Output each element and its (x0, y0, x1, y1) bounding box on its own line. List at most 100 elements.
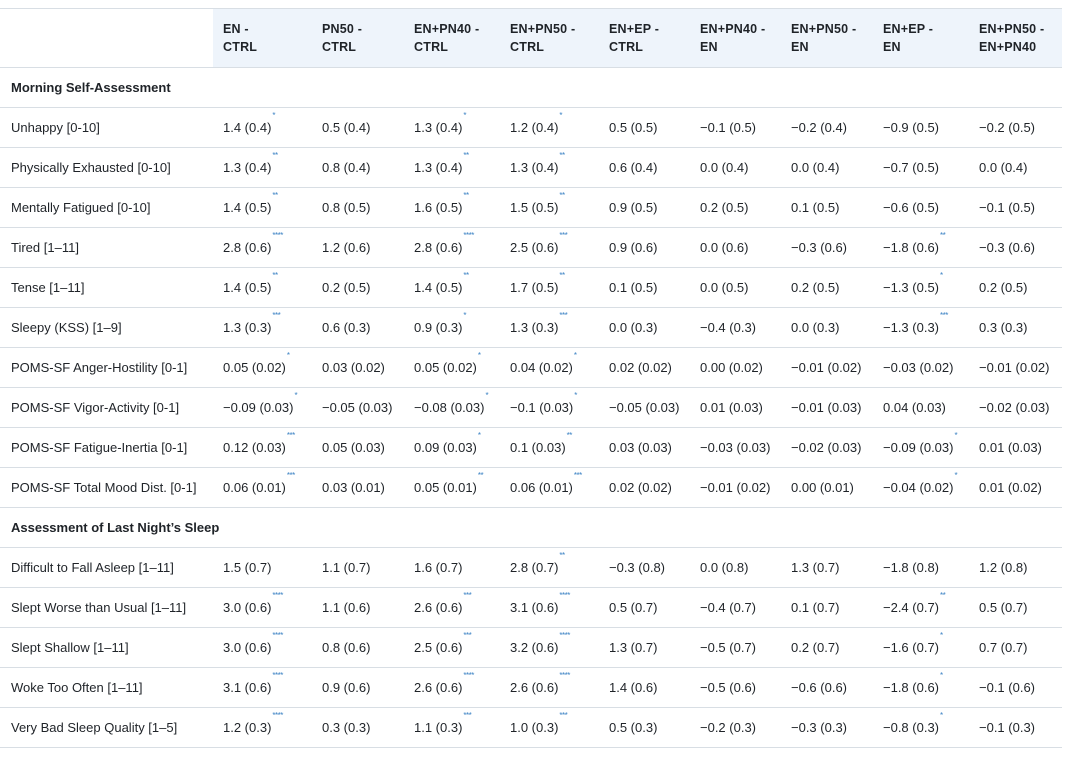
cell-estimate: 2.5 (0.6) (510, 240, 559, 255)
cell-estimate: 1.3 (0.4) (414, 160, 463, 175)
cell-estimate: −0.09 (0.03) (223, 400, 294, 415)
cell-estimate: 0.05 (0.01) (414, 480, 477, 495)
significance-marker: ** (477, 471, 484, 480)
cell-value: 0.0 (0.4) (700, 160, 748, 175)
cell-estimate: 0.5 (0.7) (609, 600, 658, 615)
table-cell: 1.3 (0.4) ** (213, 147, 312, 188)
significance-marker: **** (272, 591, 283, 600)
cell-value: 0.6 (0.4) (609, 160, 657, 175)
table-cell: 1.4 (0.6) (599, 667, 690, 708)
cell-value: 2.5 (0.6) *** (510, 231, 568, 255)
cell-value: −0.01 (0.02) (791, 360, 861, 375)
table-cell: 3.0 (0.6) **** (213, 587, 312, 628)
cell-estimate: 2.6 (0.6) (510, 680, 559, 695)
cell-estimate: −0.1 (0.03) (510, 400, 574, 415)
significance-marker: **** (272, 631, 283, 640)
cell-value: 2.5 (0.6) *** (414, 631, 472, 655)
table-cell: −0.08 (0.03) * (404, 387, 500, 428)
cell-value: 0.00 (0.01) (791, 480, 854, 495)
cell-value: 0.02 (0.02) (609, 360, 672, 375)
table-cell: 0.3 (0.3) (969, 307, 1062, 348)
cell-value: −0.09 (0.03) * (883, 431, 958, 455)
cell-estimate: 1.4 (0.6) (609, 680, 658, 695)
cell-value: 0.9 (0.6) (322, 680, 370, 695)
table-cell: 3.2 (0.6) **** (500, 627, 599, 668)
row-label: Slept Shallow [1–11] (0, 627, 213, 668)
table-cell: 0.7 (0.7) (969, 627, 1062, 668)
table-cell: 0.06 (0.01) *** (500, 467, 599, 508)
table-cell: 0.8 (0.5) (312, 187, 404, 228)
table-cell: 1.3 (0.4) * (404, 107, 500, 148)
table-cell: −1.8 (0.8) (873, 547, 969, 588)
cell-estimate: 0.2 (0.7) (791, 640, 840, 655)
cell-estimate: 1.2 (0.8) (979, 560, 1028, 575)
table-cell: 1.1 (0.7) (312, 547, 404, 588)
cell-estimate: 1.4 (0.5) (414, 280, 463, 295)
cell-estimate: −0.4 (0.3) (700, 320, 757, 335)
cell-estimate: −0.09 (0.03) (883, 440, 954, 455)
cell-estimate: 1.1 (0.7) (322, 560, 371, 575)
cell-value: 1.3 (0.4) ** (223, 151, 278, 175)
cell-estimate: 0.05 (0.03) (322, 440, 385, 455)
cell-value: 0.01 (0.02) (979, 480, 1042, 495)
table-cell: 2.8 (0.6) **** (404, 227, 500, 268)
table-cell: 0.0 (0.3) (781, 307, 873, 348)
cell-estimate: −0.02 (0.03) (791, 440, 862, 455)
table-cell: −0.05 (0.03) (599, 387, 690, 428)
table-cell: −0.1 (0.5) (690, 107, 781, 148)
cell-value: 1.1 (0.6) (322, 600, 370, 615)
cell-value: 1.3 (0.7) (609, 640, 657, 655)
table-cell: 0.5 (0.3) (599, 707, 690, 748)
cell-value: −0.05 (0.03) (609, 400, 679, 415)
table-cell: 0.0 (0.4) (969, 147, 1062, 188)
table-cell: 1.2 (0.6) (312, 227, 404, 268)
cell-value: −1.8 (0.8) (883, 560, 939, 575)
cell-estimate: −0.8 (0.3) (883, 720, 940, 735)
table-cell: 0.0 (0.8) (690, 547, 781, 588)
table-cell: −0.5 (0.7) (690, 627, 781, 668)
column-header-line: EN (883, 40, 901, 54)
cell-value: 0.02 (0.02) (609, 480, 672, 495)
cell-estimate: 0.1 (0.03) (510, 440, 566, 455)
cell-estimate: −0.03 (0.02) (883, 360, 954, 375)
cell-value: 2.8 (0.6) **** (414, 231, 474, 255)
cell-value: 1.2 (0.8) (979, 560, 1027, 575)
cell-estimate: −0.1 (0.3) (979, 720, 1036, 735)
significance-marker: *** (559, 311, 568, 320)
cell-estimate: 1.2 (0.6) (322, 240, 371, 255)
significance-marker: ** (940, 231, 946, 240)
cell-value: 1.3 (0.3) *** (223, 311, 281, 335)
row-label: POMS-SF Fatigue-Inertia [0-1] (0, 427, 213, 468)
significance-marker: ** (463, 151, 469, 160)
cell-estimate: 1.3 (0.4) (414, 120, 463, 135)
cell-estimate: 1.4 (0.5) (223, 280, 272, 295)
cell-estimate: 1.4 (0.5) (223, 200, 272, 215)
significance-marker: ** (272, 191, 278, 200)
row-label: Very Bad Sleep Quality [1–5] (0, 707, 213, 748)
cell-estimate: 0.0 (0.3) (791, 320, 840, 335)
cell-estimate: 0.0 (0.5) (700, 280, 749, 295)
table-cell: 0.03 (0.03) (599, 427, 690, 468)
cell-value: −0.8 (0.3) * (883, 711, 943, 735)
table-cell: 2.8 (0.6) **** (213, 227, 312, 268)
table-row: POMS-SF Total Mood Dist. [0-1] 0.06 (0.01… (0, 467, 1062, 508)
significance-marker: * (463, 311, 467, 320)
cell-value: 0.9 (0.5) (609, 200, 657, 215)
cell-estimate: 0.01 (0.02) (979, 480, 1042, 495)
cell-value: −0.6 (0.5) (883, 200, 939, 215)
table-cell: 2.5 (0.6) *** (500, 227, 599, 268)
cell-value: −0.9 (0.5) (883, 120, 939, 135)
cell-value: 1.2 (0.4) * (510, 111, 562, 135)
cell-value: −1.3 (0.3) *** (883, 311, 948, 335)
table-cell: −0.02 (0.03) (969, 387, 1062, 428)
cell-value: 0.1 (0.03) ** (510, 431, 572, 455)
significance-marker: ** (566, 431, 573, 440)
cell-estimate: 0.1 (0.5) (609, 280, 658, 295)
cell-value: 0.2 (0.5) (322, 280, 370, 295)
cell-value: −0.4 (0.3) (700, 320, 756, 335)
cell-value: 0.8 (0.6) (322, 640, 370, 655)
column-header-line: CTRL (414, 40, 449, 54)
table-cell: −0.1 (0.5) (969, 187, 1062, 228)
cell-estimate: 0.06 (0.01) (510, 480, 573, 495)
cell-value: 1.1 (0.3) *** (414, 711, 472, 735)
